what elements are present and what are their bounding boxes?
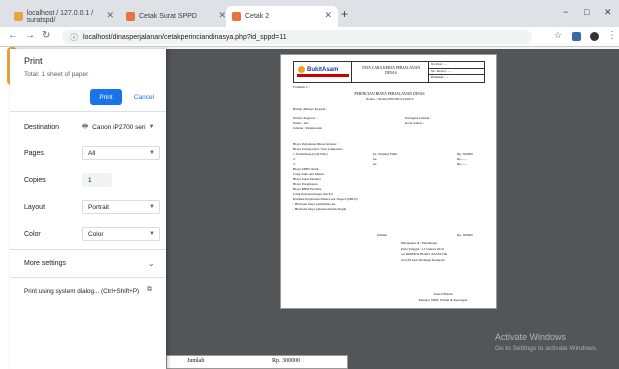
- system-dialog-link[interactable]: Print using system dialog... (Ctrl+Shift…: [10, 281, 166, 303]
- divider: [10, 111, 166, 112]
- chevron-down-icon: ▼: [149, 204, 155, 210]
- profile-avatar[interactable]: [590, 32, 599, 41]
- page-icon: [232, 12, 241, 21]
- reload-icon[interactable]: ↻: [42, 30, 50, 41]
- logo-text: BukitAsam: [307, 67, 339, 73]
- tab-phpmyadmin[interactable]: localhost / 127.0.0.1 / suratspd/ ✕: [8, 6, 120, 27]
- new-tab-button[interactable]: +: [341, 7, 348, 21]
- address-bar: ← → ↻ ⓘ localhost/dinasperjalanan/cetakp…: [0, 27, 619, 47]
- minimize-button[interactable]: −: [563, 7, 568, 17]
- doc-info-box: No.Dok : ... No. Revisi : ... Halaman : …: [428, 62, 485, 82]
- chevron-down-icon: ▼: [149, 150, 155, 156]
- menu-icon[interactable]: ⋮: [607, 30, 617, 41]
- doc-signatory: Zaenal Halam Manajer SDM, Umum & Keuanga…: [418, 292, 468, 302]
- phpmyadmin-icon: [14, 12, 23, 21]
- printer-icon: 🖶: [82, 122, 89, 130]
- doc-greeting: Hanup ditlunya Kepada :: [293, 107, 327, 111]
- print-dialog: Print Total: 1 sheet of paper Print Canc…: [10, 49, 166, 369]
- logo-stripe: [297, 74, 349, 77]
- copies-label: Copies: [24, 177, 46, 184]
- destination-select[interactable]: 🖶 Canon iP2700 seri ▼: [82, 120, 162, 134]
- maximize-button[interactable]: □: [584, 7, 589, 17]
- copies-input[interactable]: 1: [82, 173, 112, 187]
- doc-logo-box: BukitAsam: [294, 62, 352, 82]
- formulir-label: Formulir 2 :: [293, 85, 310, 89]
- bukit-asam-logo-icon: [298, 66, 305, 73]
- close-window-button[interactable]: ✕: [604, 7, 612, 18]
- doc-total-label: Jumlah: [377, 233, 387, 237]
- url-field[interactable]: ⓘ localhost/dinasperjalanan/cetakperinci…: [62, 30, 532, 44]
- tab-bar: localhost / 127.0.0.1 / suratspd/ ✕ Ceta…: [0, 0, 619, 27]
- preview-page: BukitAsam TATA CARA KERJA PERJALANAN DIN…: [280, 54, 497, 309]
- pages-label: Pages: [24, 150, 44, 157]
- underlying-page-strip: Jumlah Rp. 300000: [166, 355, 348, 369]
- doc-route-destinations: ke. Tanjung Enim ke. ke.: [373, 152, 398, 166]
- close-icon[interactable]: ✕: [324, 10, 332, 21]
- chevron-down-icon: ▼: [148, 124, 155, 130]
- doc-route-amounts: Rp. 300000 Rp....... Rp.......: [457, 152, 473, 166]
- back-icon[interactable]: ←: [8, 30, 18, 41]
- divider: [10, 249, 166, 250]
- layout-select[interactable]: Portrait ▼: [82, 200, 160, 214]
- extension-icon[interactable]: [572, 32, 581, 41]
- doc-number: Nomor : 02/sm/2050/XII-013/2019: [365, 97, 414, 101]
- doc-signature-block: Ditetapkan di : Palembang Pada Tanggal :…: [401, 241, 448, 262]
- layout-label: Layout: [24, 204, 46, 211]
- tab-cetak-2[interactable]: Cetak 2 ✕: [226, 6, 338, 27]
- color-label: Color: [24, 231, 41, 238]
- sheet-count: Total: 1 sheet of paper: [24, 71, 89, 78]
- info-icon: ⓘ: [70, 32, 78, 42]
- cancel-button[interactable]: Cancel: [126, 89, 162, 105]
- doc-employee-info: Nomor Pegawai : Nama : ilev Jabatan : Pe…: [293, 116, 323, 130]
- print-button[interactable]: Print: [90, 89, 122, 105]
- forward-icon[interactable]: →: [25, 30, 35, 41]
- close-icon[interactable]: ✕: [218, 10, 226, 21]
- more-settings-toggle[interactable]: More settings ⌄: [10, 253, 166, 275]
- activation-watermark: Activate Windows: [495, 332, 567, 342]
- doc-position-info: Perlegkas Jabatan : Kode Satkas :: [405, 116, 431, 125]
- doc-total-amount: Rp. 300000: [457, 233, 473, 237]
- bookmark-star-icon[interactable]: ☆: [554, 30, 562, 41]
- divider: [10, 277, 166, 278]
- open-external-icon: ⧉: [147, 286, 152, 293]
- chevron-down-icon: ▼: [149, 231, 155, 237]
- doc-title: PERINCIAN BIAYA PERJALANAN DINAS: [354, 92, 425, 96]
- doc-cost-items: Biaya Perjalanan Dinas Sebesar : Biaya T…: [293, 142, 358, 211]
- doc-header: BukitAsam TATA CARA KERJA PERJALANAN DIN…: [293, 61, 485, 83]
- page-icon: [126, 12, 135, 21]
- pages-select[interactable]: All ▼: [82, 146, 160, 160]
- color-select[interactable]: Color ▼: [82, 227, 160, 241]
- chevron-down-icon: ⌄: [148, 259, 155, 268]
- tab-cetak-surat[interactable]: Cetak Surat SPPD ✕: [120, 6, 232, 27]
- doc-header-title: TATA CARA KERJA PERJALANAN DINAS: [361, 66, 421, 75]
- close-icon[interactable]: ✕: [106, 10, 114, 21]
- print-title: Print: [24, 56, 43, 66]
- destination-label: Destination: [24, 124, 60, 131]
- activation-watermark-hint: Go to Settings to activate Windows.: [495, 345, 598, 352]
